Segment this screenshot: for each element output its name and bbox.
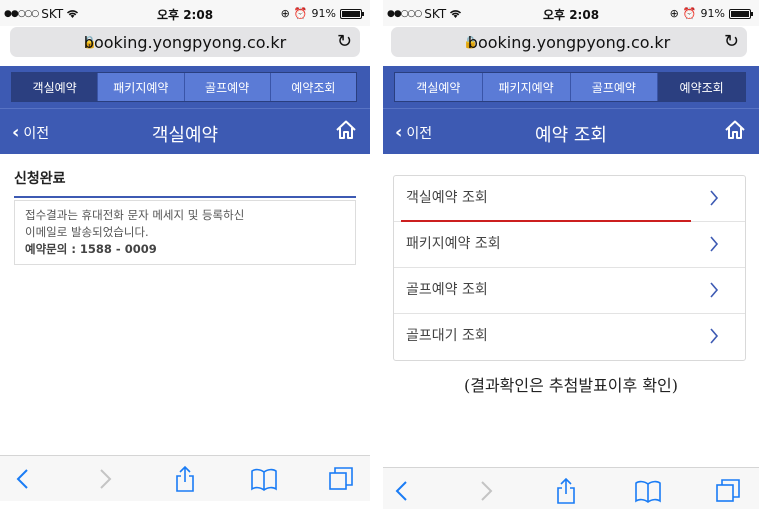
back-arrow-icon[interactable] — [8, 464, 38, 494]
chevron-right-icon — [710, 282, 719, 298]
sub-header: ‹ 이전 객실예약 — [0, 108, 370, 154]
home-icon[interactable] — [334, 118, 358, 142]
battery-icon — [729, 8, 753, 19]
info-line-2: 이메일로 발송되었습니다. — [25, 225, 149, 239]
reload-icon[interactable]: ↻ — [337, 31, 352, 52]
home-icon[interactable] — [723, 118, 747, 142]
share-icon[interactable] — [551, 476, 581, 506]
lookup-menu: 객실예약 조회 패키지예약 조회 골프예약 조회 골프대기 조회 — [393, 175, 746, 361]
bookmarks-icon[interactable] — [249, 464, 279, 494]
url-text: booking.yongpyong.co.kr — [83, 33, 287, 52]
url-text: booking.yongpyong.co.kr — [467, 33, 671, 52]
tab-package-reservation[interactable]: 패키지예약 — [483, 73, 571, 101]
orientation-lock-icon: ⊕ — [280, 7, 290, 20]
address-bar[interactable]: 🔒 booking.yongpyong.co.kr ↻ — [10, 27, 360, 57]
page-title: 예약 조회 — [535, 125, 607, 146]
orientation-lock-icon: ⊕ — [669, 7, 679, 20]
section-heading: 신청완료 — [14, 168, 356, 198]
screen-divider — [370, 0, 383, 509]
tab-room-reservation[interactable]: 객실예약 — [12, 73, 99, 101]
share-icon[interactable] — [170, 464, 200, 494]
chevron-right-icon — [710, 328, 719, 344]
top-nav: 객실예약 패키지예약 골프예약 예약조회 — [383, 66, 759, 108]
nav-tabs: 객실예약 패키지예약 골프예약 예약조회 — [11, 72, 357, 102]
contact-info: 예약문의 : 1588 - 0009 — [25, 242, 157, 256]
alarm-icon: ⏰ — [682, 7, 697, 20]
chevron-right-icon — [710, 236, 719, 252]
browser-toolbar — [383, 467, 759, 509]
result-note: (결과확인은 추첨발표이후 확인) — [463, 376, 679, 395]
menu-item-label: 패키지예약 조회 — [406, 236, 501, 252]
address-bar[interactable]: 🔒 booking.yongpyong.co.kr ↻ — [391, 27, 747, 57]
page-title: 객실예약 — [151, 125, 219, 146]
menu-item-label: 객실예약 조회 — [406, 190, 488, 206]
battery-label: 91% — [700, 7, 725, 20]
menu-item-label: 골프대기 조회 — [406, 328, 488, 344]
reload-icon[interactable]: ↻ — [724, 31, 739, 52]
tab-reservation-lookup[interactable]: 예약조회 — [271, 73, 356, 101]
status-bar: ●●○○○ SKT 오후 2:08 ⊕ ⏰ 91% — [383, 0, 759, 26]
sub-header: ‹ 이전 예약 조회 — [383, 108, 759, 154]
tab-room-reservation[interactable]: 객실예약 — [395, 73, 483, 101]
menu-item-room-lookup[interactable]: 객실예약 조회 — [394, 176, 745, 222]
menu-item-golf-waitlist-lookup[interactable]: 골프대기 조회 — [394, 314, 745, 360]
menu-item-golf-lookup[interactable]: 골프예약 조회 — [394, 268, 745, 314]
menu-item-label: 골프예약 조회 — [406, 282, 488, 298]
tab-reservation-lookup[interactable]: 예약조회 — [658, 73, 745, 101]
tab-golf-reservation[interactable]: 골프예약 — [571, 73, 659, 101]
alarm-icon: ⏰ — [293, 7, 308, 20]
battery-icon — [340, 8, 364, 19]
info-line-1: 접수결과는 휴대전화 문자 메세지 및 등록하신 — [25, 208, 245, 222]
right-screen: ●●○○○ SKT 오후 2:08 ⊕ ⏰ 91% 🔒 booking.yong… — [383, 0, 759, 509]
info-box: 접수결과는 휴대전화 문자 메세지 및 등록하신 이메일로 발송되었습니다. 예… — [14, 200, 356, 265]
nav-tabs: 객실예약 패키지예약 골프예약 예약조회 — [394, 72, 746, 102]
status-bar: ●●○○○ SKT 오후 2:08 ⊕ ⏰ 91% — [0, 0, 370, 26]
menu-item-package-lookup[interactable]: 패키지예약 조회 — [394, 222, 745, 268]
battery-label: 91% — [311, 7, 336, 20]
tab-package-reservation[interactable]: 패키지예약 — [98, 73, 185, 101]
left-screen: ●●○○○ SKT 오후 2:08 ⊕ ⏰ 91% 🔒 booking.yong… — [0, 0, 370, 509]
completion-section: 신청완료 접수결과는 휴대전화 문자 메세지 및 등록하신 이메일로 발송되었습… — [14, 168, 356, 265]
tabs-icon[interactable] — [326, 464, 356, 494]
tab-golf-reservation[interactable]: 골프예약 — [185, 73, 271, 101]
forward-arrow-icon[interactable] — [471, 476, 501, 506]
top-nav: 객실예약 패키지예약 골프예약 예약조회 — [0, 66, 370, 108]
tabs-icon[interactable] — [713, 476, 743, 506]
chevron-right-icon — [710, 190, 719, 206]
bookmarks-icon[interactable] — [633, 476, 663, 506]
back-arrow-icon[interactable] — [387, 476, 417, 506]
forward-arrow-icon[interactable] — [90, 464, 120, 494]
browser-toolbar — [0, 455, 370, 501]
